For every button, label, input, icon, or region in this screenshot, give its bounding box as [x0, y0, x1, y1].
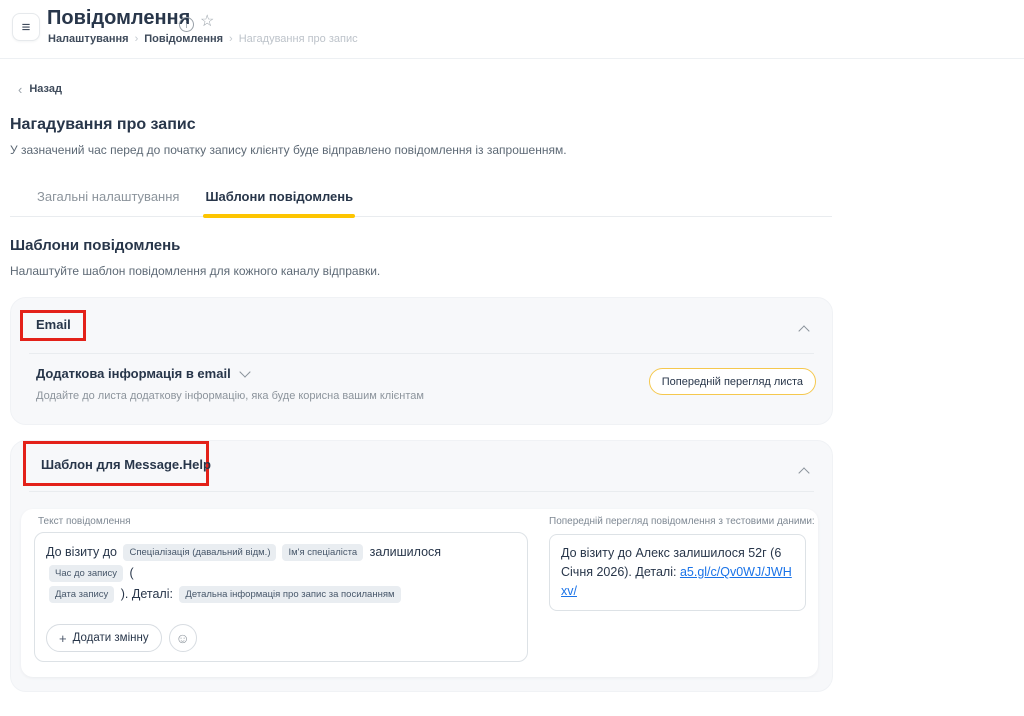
breadcrumb-item[interactable]: Повідомлення [144, 33, 223, 45]
template-editor-panel: Текст повідомлення До візиту до Спеціалі… [21, 509, 818, 677]
message-text: ( [126, 566, 134, 580]
back-link-label: Назад [29, 83, 62, 95]
email-extra-info-description: Додайте до листа додаткову інформацію, я… [36, 390, 424, 402]
message-content: До візиту до Спеціалізація (давальний ві… [46, 545, 441, 601]
message-text: До візиту до [46, 545, 120, 559]
collapse-email-card-button[interactable] [794, 319, 814, 339]
add-variable-label: Додати змінну [73, 632, 149, 644]
preview-letter-button[interactable]: Попередній перегляд листа [649, 368, 816, 395]
app-title: Повідомлення [47, 7, 190, 30]
back-link[interactable]: ‹ Назад [18, 83, 62, 95]
email-card: Email Додаткова інформація в email Додай… [10, 297, 833, 425]
plus-icon: + [59, 631, 67, 646]
emoji-icon: ☺ [175, 630, 189, 646]
chevron-up-icon [798, 467, 809, 478]
breadcrumb: Налаштування › Повідомлення › Нагадування пр… [48, 33, 358, 45]
chevron-up-icon [798, 325, 809, 336]
variable-chip[interactable]: Спеціалізація (давальний відм.) [123, 544, 276, 561]
message-help-card-divider [29, 491, 814, 492]
variable-chip[interactable]: Час до запису [49, 565, 123, 582]
header-divider [0, 58, 1024, 59]
variable-chip[interactable]: Ім'я спеціаліста [282, 544, 363, 561]
info-icon[interactable]: i [179, 17, 194, 32]
section-description: Налаштуйте шаблон повідомлення для кожно… [10, 264, 380, 278]
message-help-card-title: Шаблон для Message.Help [41, 457, 211, 472]
tabs: Загальні налаштування Шаблони повідомлень [10, 183, 832, 217]
breadcrumb-item: Нагадування про запис [239, 33, 358, 45]
section-title: Шаблони повідомлень [10, 237, 180, 254]
message-help-card: Шаблон для Message.Help Текст повідомлен… [10, 440, 833, 692]
tab-general-settings[interactable]: Загальні налаштування [35, 189, 181, 216]
message-preview: До візиту до Алекс залишилося 52г (6 Січ… [549, 534, 806, 611]
email-extra-info-toggle[interactable]: Додаткова інформація в email [36, 366, 249, 381]
page-description: У зазначений час перед до початку запису… [10, 143, 567, 157]
menu-button[interactable]: ≡ [12, 13, 40, 41]
email-card-divider [29, 353, 814, 354]
editor-footer: + Додати змінну ☺ [46, 624, 197, 652]
menu-icon: ≡ [22, 19, 31, 36]
collapse-message-help-card-button[interactable] [794, 461, 814, 481]
message-text-label: Текст повідомлення [38, 516, 131, 527]
chevron-right-icon: › [135, 33, 139, 45]
tab-message-templates[interactable]: Шаблони повідомлень [203, 189, 355, 216]
message-text: залишилося [366, 545, 441, 559]
preview-label: Попередній перегляд повідомлення з тесто… [549, 516, 815, 527]
screen: ≡ Повідомлення i ☆ Налаштування › Повідомл… [0, 0, 1024, 716]
add-variable-button[interactable]: + Додати змінну [46, 624, 162, 652]
breadcrumb-item[interactable]: Налаштування [48, 33, 129, 45]
chevron-down-icon [239, 366, 250, 377]
email-extra-info-label: Додаткова інформація в email [36, 366, 231, 381]
chevron-right-icon: › [229, 33, 233, 45]
email-card-title: Email [36, 317, 71, 332]
message-text-editor[interactable]: До візиту до Спеціалізація (давальний ві… [34, 532, 528, 662]
variable-chip[interactable]: Детальна інформація про запис за посилан… [179, 586, 400, 603]
page-title: Нагадування про запис [10, 116, 196, 134]
star-icon[interactable]: ☆ [200, 11, 214, 31]
message-text: ). Деталі: [117, 587, 176, 601]
back-chevron-icon: ‹ [18, 84, 22, 95]
variable-chip[interactable]: Дата запису [49, 586, 114, 603]
emoji-picker-button[interactable]: ☺ [169, 624, 197, 652]
